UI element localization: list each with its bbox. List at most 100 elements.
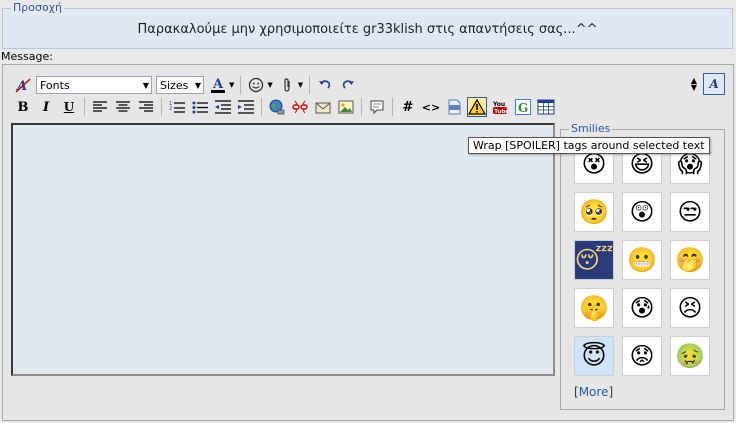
toolbar-divider xyxy=(392,98,393,116)
toolbar-row-1: A Fonts ▼ Sizes ▼ A ▼ ▼ xyxy=(13,75,361,95)
ordered-list-icon: 1 2 xyxy=(169,101,185,113)
spoiler-button[interactable] xyxy=(467,97,487,117)
editor-controls: ▲ ▼ A xyxy=(691,73,725,95)
google-icon: G xyxy=(515,99,531,115)
toolbar-divider xyxy=(84,98,85,116)
youtube-icon: You Tube xyxy=(492,101,508,115)
bulleted-list-icon xyxy=(192,101,208,114)
svg-text:You: You xyxy=(492,101,505,108)
italic-icon: I xyxy=(42,99,50,115)
chevron-down-icon: ▼ xyxy=(142,80,150,90)
underline-button[interactable]: U xyxy=(59,97,79,117)
smilie-item[interactable]: 😰 xyxy=(622,288,662,328)
svg-text:Tube: Tube xyxy=(494,109,508,115)
bold-button[interactable]: B xyxy=(13,97,33,117)
indent-icon xyxy=(238,100,254,114)
size-select-value: Sizes xyxy=(160,78,189,92)
smilie-item[interactable]: 🤫 xyxy=(574,288,614,328)
smilie-item[interactable]: 😇 xyxy=(574,336,614,376)
image-icon xyxy=(338,100,354,114)
code-button[interactable]: # xyxy=(398,97,418,117)
smilie-item[interactable]: 🤢 xyxy=(670,336,710,376)
globe-link-icon xyxy=(269,99,285,115)
smilie-item[interactable]: 😴 xyxy=(574,240,614,280)
svg-text:A: A xyxy=(212,77,224,92)
redo-button[interactable] xyxy=(338,75,358,95)
editor-mode-icon: A xyxy=(709,77,719,91)
underline-icon: U xyxy=(63,100,75,114)
toolbar-divider xyxy=(261,98,262,116)
insert-image-button[interactable] xyxy=(336,97,356,117)
font-select-value: Fonts xyxy=(40,78,70,92)
text-color-dropdown-icon[interactable]: ▼ xyxy=(229,81,234,89)
smilies-grid: 😵 😆 😱 🥺 😲 😒 😴 😬 🤭 🤫 😰 😣 😇 😟 🤢 xyxy=(574,144,710,376)
more-smilies: [More] xyxy=(574,385,614,399)
undo-button[interactable] xyxy=(315,75,335,95)
insert-smilie-button[interactable] xyxy=(246,75,266,95)
align-center-icon xyxy=(116,101,130,112)
indent-button[interactable] xyxy=(236,97,256,117)
youtube-button[interactable]: You Tube xyxy=(490,97,510,117)
insert-link-button[interactable] xyxy=(267,97,287,117)
notice-box: Προσοχή Παρακαλούμε μην χρησιμοποιείτε g… xyxy=(2,2,733,49)
font-select[interactable]: Fonts ▼ xyxy=(36,76,152,94)
smilie-item[interactable]: 😣 xyxy=(670,288,710,328)
italic-button[interactable]: I xyxy=(36,97,56,117)
message-label: Message: xyxy=(1,50,53,63)
attachment-dropdown-icon[interactable]: ▼ xyxy=(298,81,303,89)
smilie-item[interactable]: 😬 xyxy=(622,240,662,280)
toolbar-divider xyxy=(240,76,242,94)
paperclip-icon xyxy=(284,78,290,92)
message-textarea[interactable] xyxy=(11,123,555,376)
remove-link-button[interactable] xyxy=(290,97,310,117)
align-right-button[interactable] xyxy=(136,97,156,117)
ordered-list-button[interactable]: 1 2 xyxy=(167,97,187,117)
insert-email-button[interactable] xyxy=(313,97,333,117)
table-icon xyxy=(537,99,555,115)
toolbar-divider xyxy=(361,98,362,116)
google-video-button[interactable]: G xyxy=(513,97,533,117)
outdent-icon xyxy=(215,100,231,114)
resize-arrows-icon[interactable]: ▲ ▼ xyxy=(691,77,697,92)
remove-format-button[interactable]: A xyxy=(13,75,33,95)
html-button[interactable]: <> xyxy=(421,97,441,117)
align-center-button[interactable] xyxy=(113,97,133,117)
message-editor: A Fonts ▼ Sizes ▼ A ▼ ▼ xyxy=(2,64,734,421)
html-tag-icon: <> xyxy=(421,100,441,114)
php-button[interactable] xyxy=(444,97,464,117)
smilie-dropdown-icon[interactable]: ▼ xyxy=(267,81,272,89)
notice-legend: Προσοχή xyxy=(11,1,65,14)
attachment-button[interactable] xyxy=(277,75,297,95)
align-left-button[interactable] xyxy=(90,97,110,117)
quote-icon xyxy=(370,100,384,115)
more-smilies-link[interactable]: More xyxy=(579,385,609,399)
smilies-panel: Smilies 😵 😆 😱 🥺 😲 😒 😴 😬 🤭 🤫 😰 😣 😇 😟 🤢 [More] xyxy=(560,123,725,410)
insert-table-button[interactable] xyxy=(536,97,556,117)
toolbar-divider xyxy=(309,76,311,94)
smilie-item[interactable]: 😟 xyxy=(622,336,662,376)
svg-text:G: G xyxy=(518,101,528,115)
unordered-list-button[interactable] xyxy=(190,97,210,117)
chevron-down-icon: ▼ xyxy=(194,80,202,90)
smilie-item[interactable]: 🥺 xyxy=(574,192,614,232)
email-icon xyxy=(315,102,331,114)
hash-icon: # xyxy=(402,99,414,115)
size-select[interactable]: Sizes ▼ xyxy=(156,76,204,94)
warning-icon xyxy=(468,99,486,115)
smilies-legend: Smilies xyxy=(569,122,613,135)
outdent-button[interactable] xyxy=(213,97,233,117)
smilie-item[interactable]: 😲 xyxy=(622,192,662,232)
undo-icon xyxy=(319,80,331,89)
switch-editor-mode-button[interactable]: A xyxy=(703,73,725,95)
quote-button[interactable] xyxy=(367,97,387,117)
remove-format-icon: A xyxy=(15,78,31,93)
align-left-icon xyxy=(93,101,107,112)
text-color-button[interactable]: A xyxy=(208,75,228,95)
svg-text:2: 2 xyxy=(169,106,172,112)
php-icon xyxy=(448,99,461,115)
bold-icon: B xyxy=(17,99,29,115)
smilie-item[interactable]: 😒 xyxy=(670,192,710,232)
unlink-icon xyxy=(292,100,308,114)
smiley-icon xyxy=(249,77,264,93)
smilie-item[interactable]: 🤭 xyxy=(670,240,710,280)
